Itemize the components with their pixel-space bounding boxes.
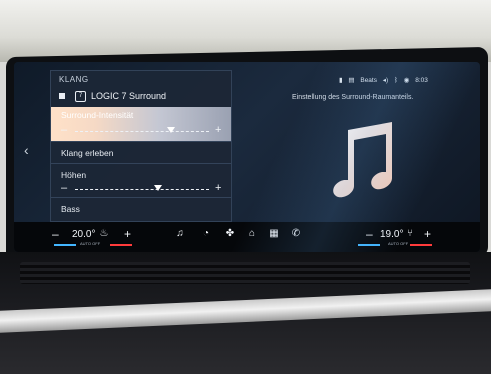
fan-icon[interactable]: ✤ [224,228,236,240]
chevron-left-icon[interactable]: ‹ [24,142,29,158]
preset-row[interactable]: 7 LOGIC 7 Surround [51,87,231,105]
status-bar: ▮ ▤ Beats ◂) ᛒ ◉ 8:03 [339,76,432,84]
surround-intensity-label: Surround-Intensität [61,110,134,120]
right-heat-bar [410,244,432,246]
checkbox[interactable] [59,93,65,99]
preset-label: LOGIC 7 Surround [91,91,167,101]
bottom-bar: – 20.0° ♨ + AUTO OFF ♫ ◔ ✤ ⌂ ▦ ✆ – 19.0°… [14,222,480,252]
home-icon[interactable]: ⌂ [246,228,258,240]
apps-icon[interactable]: ▦ [268,228,280,240]
right-temp-value[interactable]: 19.0° [380,229,403,240]
seat-heat-icon[interactable]: ♨ [98,228,110,240]
music-icon[interactable]: ♫ [174,228,186,240]
left-temp-value[interactable]: 20.0° [72,229,95,240]
left-temp-plus[interactable]: + [124,227,131,241]
left-heat-bar [110,244,132,246]
panel-title: KLANG [59,75,89,84]
right-temp-minus[interactable]: – [366,227,373,241]
klang-erleben-label: Klang erleben [61,148,114,158]
right-cool-bar [358,244,380,246]
phone-status-icon: ▮ [339,77,343,84]
air-vent[interactable] [20,262,470,284]
hoehen-row[interactable]: Höhen – + [51,163,231,198]
surround-intensity-row[interactable]: Surround-Intensität – + [51,107,231,141]
beats-logo: Beats [360,77,377,84]
navigation-icon[interactable]: ◔ [200,228,212,240]
slider-thumb[interactable] [167,127,176,133]
settings-icon: ◉ [403,77,410,84]
left-auto-off: AUTO OFF [80,241,101,246]
bass-label: Bass [61,204,80,214]
right-auto-off: AUTO OFF [388,241,409,246]
minus-icon[interactable]: – [61,124,67,136]
surround-intensity-slider[interactable]: – + [61,124,226,136]
bass-row[interactable]: Bass [51,197,231,220]
music-note-icon [333,122,392,198]
seat-icon[interactable]: ⑂ [404,228,416,240]
hoehen-label: Höhen [61,170,87,180]
infotainment-screen: ‹ KLANG 7 LOGIC 7 Surround Surround-Inte… [14,62,480,252]
phone-icon[interactable]: ✆ [290,228,302,240]
slider-thumb[interactable] [154,185,163,191]
help-caption: Einstellung des Surround-Raumanteils. [292,94,414,101]
sound-panel: KLANG 7 LOGIC 7 Surround Surround-Intens… [50,70,232,222]
minus-icon[interactable]: – [61,182,67,194]
plus-icon[interactable]: + [215,124,221,136]
right-temp-plus[interactable]: + [424,227,431,241]
bluetooth-icon: ᛒ [394,77,398,84]
sim-icon: ▤ [348,77,355,84]
logic7-icon: 7 [75,91,86,102]
clock: 8:03 [415,77,428,84]
klang-erleben-row[interactable]: Klang erleben [51,141,231,164]
volume-icon: ◂) [382,77,389,84]
plus-icon[interactable]: + [215,182,221,194]
hoehen-slider[interactable]: – + [61,182,226,194]
left-cool-bar [54,244,76,246]
left-temp-minus[interactable]: – [52,227,59,241]
